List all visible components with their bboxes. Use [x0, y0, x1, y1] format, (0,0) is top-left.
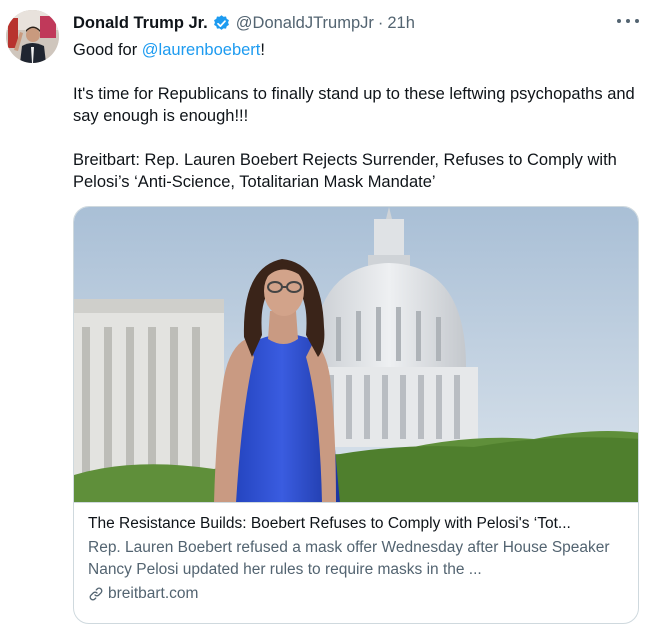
link-preview-card[interactable]: The Resistance Builds: Boebert Refuses t…	[73, 206, 639, 624]
verified-badge-icon	[212, 14, 231, 33]
separator-dot: ·	[377, 13, 384, 32]
author-name[interactable]: Donald Trump Jr.	[73, 14, 208, 33]
card-title[interactable]: The Resistance Builds: Boebert Refuses t…	[88, 513, 628, 535]
tweet-paragraph-3: Breitbart: Rep. Lauren Boebert Rejects S…	[73, 151, 617, 191]
card-domain-text: breitbart.com	[108, 585, 199, 602]
timestamp[interactable]: 21h	[387, 14, 415, 33]
tweet-paragraph-2: It's time for Republicans to finally sta…	[73, 85, 635, 125]
card-domain[interactable]: breitbart.com	[88, 583, 628, 605]
mention-link[interactable]: @laurenboebert	[142, 41, 261, 59]
more-dot	[617, 19, 621, 23]
tweet: Donald Trump Jr. @DonaldJTrumpJr · 21h G…	[0, 0, 650, 631]
card-description: Rep. Lauren Boebert refused a mask offer…	[88, 539, 610, 578]
more-dot	[635, 19, 639, 23]
author-handle[interactable]: @DonaldJTrumpJr	[236, 14, 374, 33]
avatar[interactable]	[6, 10, 59, 63]
card-image[interactable]	[74, 207, 638, 503]
tweet-header: Donald Trump Jr. @DonaldJTrumpJr · 21h	[73, 12, 415, 34]
text-suffix: !	[260, 41, 265, 59]
more-options-icon[interactable]	[617, 14, 639, 28]
tweet-text: Good for @laurenboebert! It's time for R…	[73, 39, 643, 193]
text-prefix: Good for	[73, 41, 142, 59]
more-dot	[626, 19, 630, 23]
card-body: The Resistance Builds: Boebert Refuses t…	[88, 513, 628, 605]
tweet-line-1: Good for @laurenboebert!	[73, 39, 643, 61]
link-icon	[88, 586, 104, 602]
